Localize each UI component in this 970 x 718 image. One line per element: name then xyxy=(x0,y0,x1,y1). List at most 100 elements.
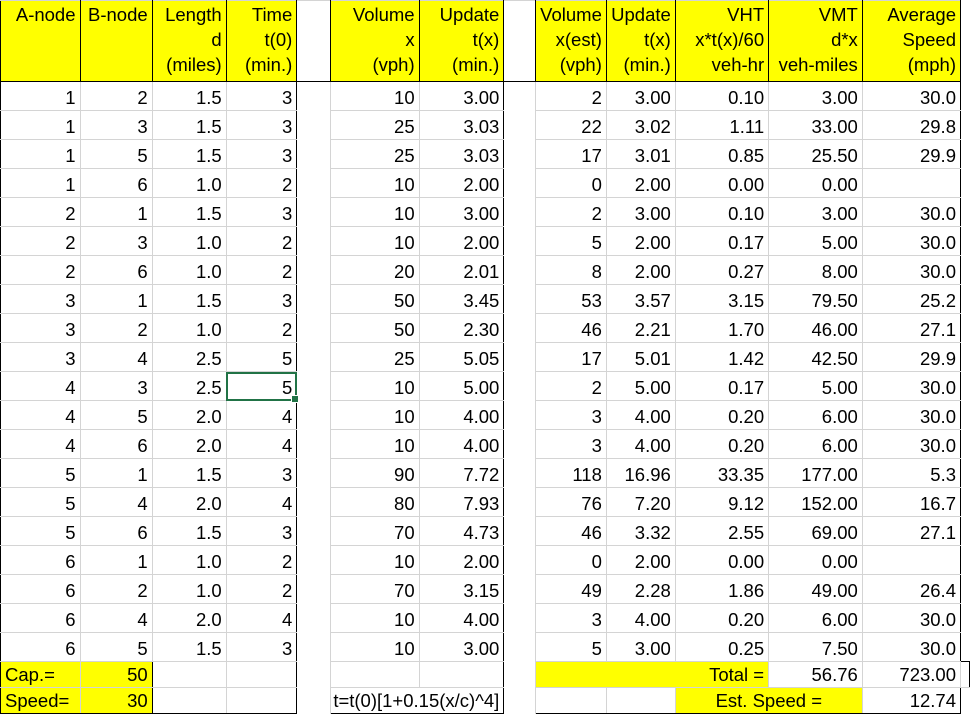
cell-volume[interactable]: 50 xyxy=(330,284,420,314)
column-header-avg-speed[interactable]: Average Speed (mph) xyxy=(861,0,962,82)
gap-column-cell[interactable] xyxy=(503,661,536,688)
cell-length[interactable]: 1.0 xyxy=(151,574,227,604)
blank-cell[interactable] xyxy=(225,661,298,688)
cell-vmt[interactable]: 69.00 xyxy=(768,516,863,546)
cell-b-node[interactable]: 5 xyxy=(79,139,153,169)
cell-vmt[interactable]: 42.50 xyxy=(768,342,863,372)
cell-update2[interactable]: 4.00 xyxy=(605,603,676,633)
cell-vmt[interactable]: 177.00 xyxy=(768,458,863,488)
cell-volume-est[interactable]: 53 xyxy=(534,284,607,314)
cell-update2[interactable]: 16.96 xyxy=(605,458,676,488)
cell-vmt[interactable]: 5.00 xyxy=(768,226,863,256)
cell-a-node[interactable]: 4 xyxy=(0,400,81,430)
cell-volume[interactable]: 10 xyxy=(330,197,420,227)
cell-length[interactable]: 1.5 xyxy=(151,632,227,662)
gap-column-cell[interactable] xyxy=(296,661,332,688)
gap-column-cell[interactable] xyxy=(296,342,332,372)
cell-avg-speed[interactable] xyxy=(861,168,962,198)
cell-volume-est[interactable]: 0 xyxy=(534,168,607,198)
formula-note[interactable]: t=t(0)[1+0.15(x/c)^4] xyxy=(330,687,505,714)
gap-column-cell[interactable] xyxy=(503,0,536,82)
est-speed-label[interactable]: Est. Speed = xyxy=(674,687,863,714)
cell-a-node[interactable]: 2 xyxy=(0,255,81,285)
cell-update2[interactable]: 4.00 xyxy=(605,429,676,459)
cell-update[interactable]: 3.03 xyxy=(418,139,505,169)
cell-update[interactable]: 3.15 xyxy=(418,574,505,604)
cell-update[interactable]: 4.00 xyxy=(418,400,505,430)
cell-update[interactable]: 2.01 xyxy=(418,255,505,285)
cell-volume[interactable]: 50 xyxy=(330,313,420,343)
cell-vht[interactable]: 0.17 xyxy=(674,371,770,401)
cell-volume[interactable]: 90 xyxy=(330,458,420,488)
cell-update2[interactable]: 5.00 xyxy=(605,371,676,401)
gap-column-cell[interactable] xyxy=(503,284,536,314)
cell-b-node[interactable]: 1 xyxy=(79,545,153,575)
cell-update2[interactable]: 5.01 xyxy=(605,342,676,372)
gap-column-cell[interactable] xyxy=(296,632,332,662)
cell-vmt[interactable]: 152.00 xyxy=(768,487,863,517)
cell-length[interactable]: 2.5 xyxy=(151,371,227,401)
cell-time[interactable]: 5 xyxy=(225,371,300,404)
cell-volume-est[interactable]: 22 xyxy=(534,110,607,140)
cell-volume-est[interactable]: 3 xyxy=(534,429,607,459)
cell-length[interactable]: 1.5 xyxy=(151,458,227,488)
cell-length[interactable]: 2.0 xyxy=(151,429,227,459)
cell-avg-speed[interactable]: 30.0 xyxy=(861,632,962,662)
gap-column-cell[interactable] xyxy=(503,687,536,714)
speed-value[interactable]: 30 xyxy=(79,687,153,714)
cell-update[interactable]: 5.05 xyxy=(418,342,505,372)
cell-vht[interactable]: 2.55 xyxy=(674,516,770,546)
column-header-vht[interactable]: VHT x*t(x)/60 veh-hr xyxy=(674,0,770,82)
cell-b-node[interactable]: 5 xyxy=(79,400,153,430)
cell-time[interactable]: 2 xyxy=(225,574,298,604)
column-header-time[interactable]: Time t(0) (min.) xyxy=(225,0,298,82)
cell-b-node[interactable]: 4 xyxy=(79,487,153,517)
cell-volume[interactable]: 10 xyxy=(330,226,420,256)
cell-avg-speed[interactable]: 26.4 xyxy=(861,574,962,604)
cell-update2[interactable]: 2.00 xyxy=(605,255,676,285)
column-header-volume-est[interactable]: Volume x(est) (vph) xyxy=(534,0,607,82)
cell-avg-speed[interactable]: 29.9 xyxy=(861,342,962,372)
gap-column-cell[interactable] xyxy=(296,371,332,401)
cell-volume[interactable]: 25 xyxy=(330,342,420,372)
cell-volume[interactable]: 10 xyxy=(330,168,420,198)
cell-a-node[interactable]: 2 xyxy=(0,197,81,227)
column-header-volume[interactable]: Volume x (vph) xyxy=(330,0,420,82)
gap-column-cell[interactable] xyxy=(296,197,332,227)
gap-column-cell[interactable] xyxy=(296,0,332,82)
cell-a-node[interactable]: 6 xyxy=(0,574,81,604)
cell-update[interactable]: 3.03 xyxy=(418,110,505,140)
cell-time[interactable]: 3 xyxy=(225,197,298,227)
cell-a-node[interactable]: 1 xyxy=(0,81,81,111)
gap-column-cell[interactable] xyxy=(296,516,332,546)
cell-vmt[interactable]: 7.50 xyxy=(768,632,863,662)
cell-time[interactable]: 2 xyxy=(225,226,298,256)
cell-a-node[interactable]: 5 xyxy=(0,458,81,488)
cell-vmt[interactable]: 6.00 xyxy=(768,400,863,430)
cell-avg-speed[interactable]: 29.8 xyxy=(861,110,962,140)
cell-avg-speed[interactable]: 30.0 xyxy=(861,371,962,401)
cell-volume-est[interactable]: 17 xyxy=(534,342,607,372)
cell-vht[interactable]: 0.17 xyxy=(674,226,770,256)
cell-volume[interactable]: 10 xyxy=(330,429,420,459)
cell-vht[interactable]: 1.86 xyxy=(674,574,770,604)
cell-volume-est[interactable]: 5 xyxy=(534,226,607,256)
cell-volume[interactable]: 10 xyxy=(330,371,420,401)
cell-length[interactable]: 1.0 xyxy=(151,168,227,198)
cell-time[interactable]: 4 xyxy=(225,429,298,459)
cell-update[interactable]: 2.30 xyxy=(418,313,505,343)
cell-vmt[interactable]: 6.00 xyxy=(768,429,863,459)
cell-a-node[interactable]: 2 xyxy=(0,226,81,256)
cell-a-node[interactable]: 4 xyxy=(0,429,81,459)
gap-column-cell[interactable] xyxy=(503,313,536,343)
cell-update2[interactable]: 2.00 xyxy=(605,545,676,575)
column-header-b-node[interactable]: B-node xyxy=(79,0,153,82)
cell-vmt[interactable]: 0.00 xyxy=(768,168,863,198)
cell-avg-speed[interactable]: 30.0 xyxy=(861,197,962,227)
cell-volume-est[interactable]: 49 xyxy=(534,574,607,604)
cell-avg-speed[interactable]: 30.0 xyxy=(861,226,962,256)
column-header-a-node[interactable]: A-node xyxy=(0,0,81,82)
cell-b-node[interactable]: 1 xyxy=(79,284,153,314)
gap-column-cell[interactable] xyxy=(503,487,536,517)
gap-column-cell[interactable] xyxy=(296,81,332,111)
